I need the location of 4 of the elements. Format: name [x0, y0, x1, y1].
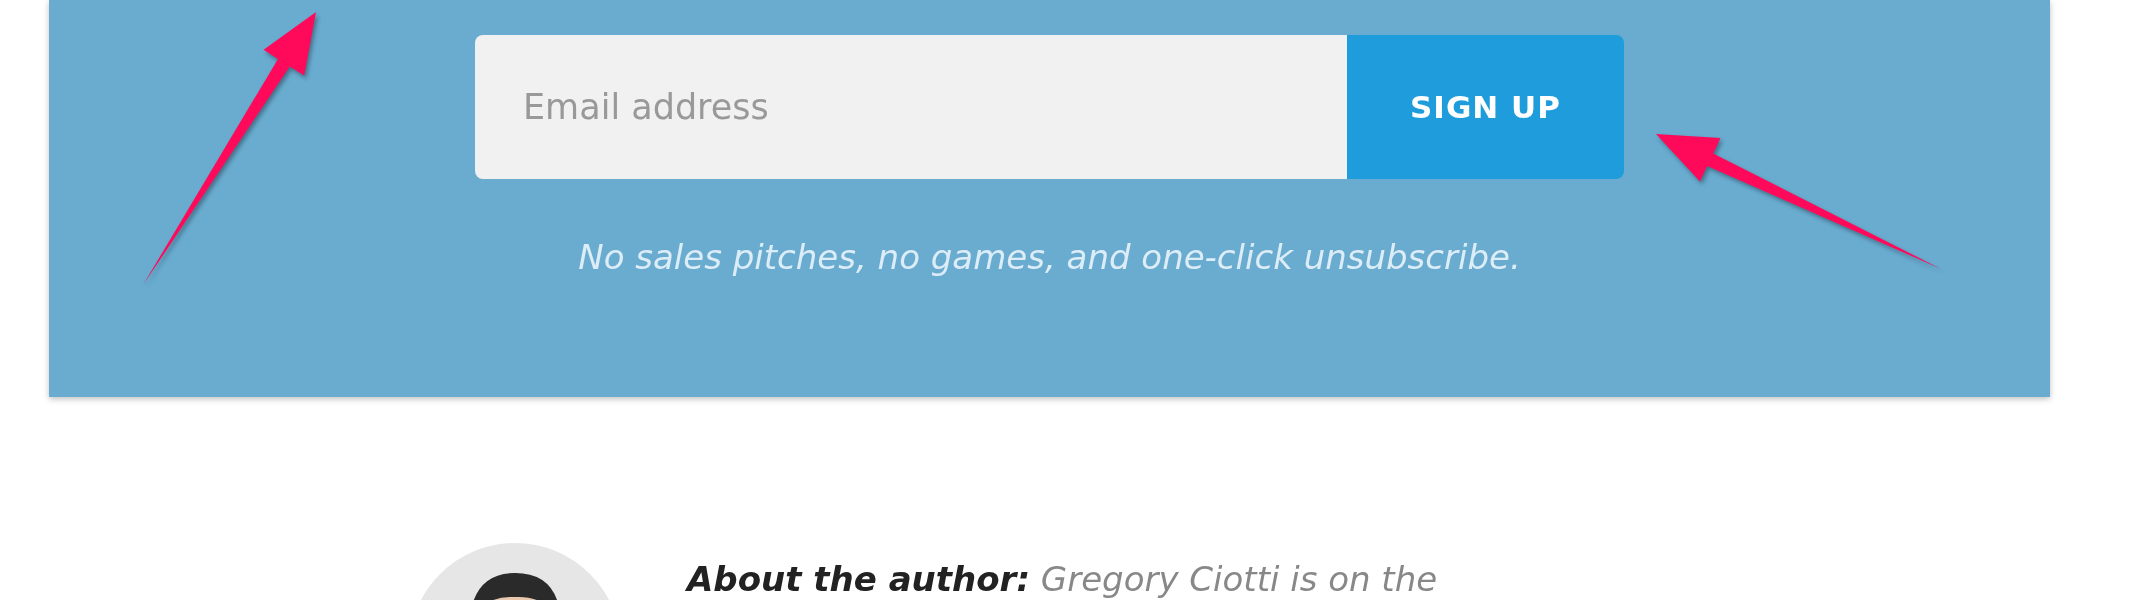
sign-up-button[interactable]: SIGN UP — [1347, 35, 1624, 179]
author-bio: About the author: Gregory Ciotti is on the — [687, 561, 1438, 599]
note-text: No sales pitches, no games, and one-click unsubscribe. — [578, 237, 1521, 277]
email-field[interactable]: Email address — [475, 35, 1347, 179]
